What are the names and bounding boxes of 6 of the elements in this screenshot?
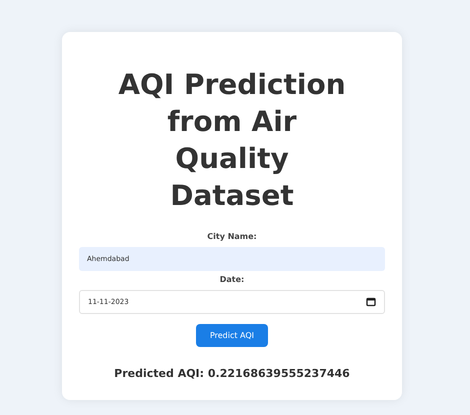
page-title: AQI Prediction from Air Quality Dataset	[117, 67, 347, 214]
field-label: Date:	[220, 275, 244, 284]
field-label: City Name:	[207, 232, 257, 241]
prediction-result: Predicted AQI: 0.22168639555237446	[114, 367, 350, 380]
predict-button[interactable]: Predict AQI	[196, 324, 268, 347]
calendar-icon[interactable]	[366, 297, 376, 307]
